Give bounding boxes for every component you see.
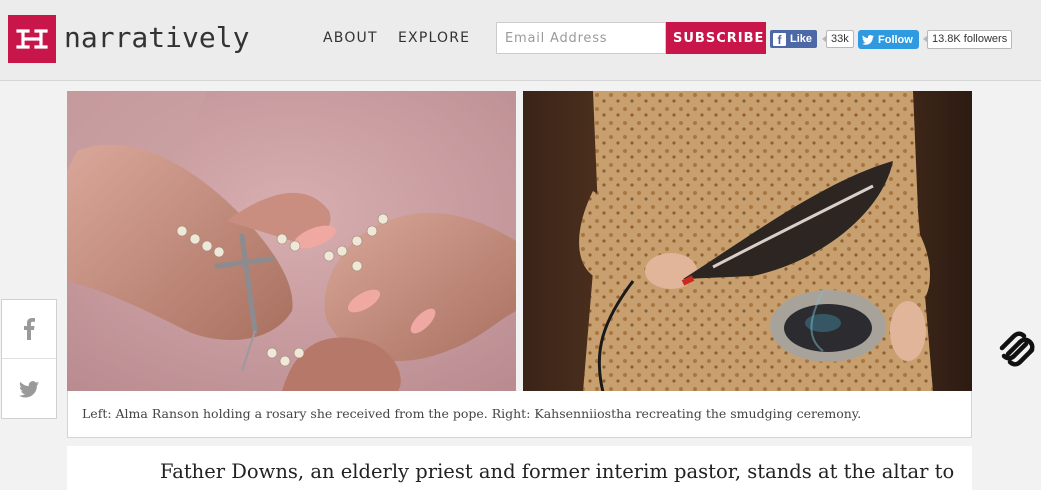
facebook-icon: f bbox=[773, 32, 786, 47]
nav-explore[interactable]: EXPLORE bbox=[398, 30, 470, 46]
facebook-like-label: Like bbox=[790, 33, 813, 45]
photo-caption: Left: Alma Ranson holding a rosary she r… bbox=[82, 406, 862, 421]
logo-icon[interactable] bbox=[8, 15, 56, 63]
share-twitter-button[interactable] bbox=[2, 360, 56, 419]
article-paragraph: Father Downs, an elderly priest and form… bbox=[160, 460, 955, 483]
nav-about[interactable]: ABOUT bbox=[323, 30, 378, 46]
photo-caption-box: Left: Alma Ranson holding a rosary she r… bbox=[67, 391, 972, 438]
twitter-follower-count: 13.8K followers bbox=[922, 30, 1013, 49]
article-body: Father Downs, an elderly priest and form… bbox=[67, 446, 972, 490]
twitter-icon bbox=[862, 34, 874, 45]
twitter-follow-label: Follow bbox=[878, 33, 913, 46]
photo-smudging bbox=[523, 91, 972, 392]
email-input[interactable] bbox=[496, 22, 666, 54]
brand-wordmark[interactable]: narratively bbox=[64, 18, 249, 58]
twitter-icon bbox=[19, 381, 39, 398]
facebook-icon bbox=[24, 318, 35, 340]
squarespace-icon[interactable] bbox=[996, 330, 1038, 368]
twitter-follow-button[interactable]: Follow bbox=[858, 30, 919, 49]
site-header: narratively ABOUT EXPLORE SUBSCRIBE TO f… bbox=[0, 0, 1041, 81]
share-rail bbox=[1, 299, 57, 419]
photo-rosary bbox=[67, 91, 516, 392]
facebook-like-count: 33k bbox=[822, 30, 854, 48]
share-facebook-button[interactable] bbox=[2, 300, 56, 359]
facebook-like-button[interactable]: f Like bbox=[770, 30, 818, 48]
subscribe-button[interactable]: SUBSCRIBE TO bbox=[666, 22, 766, 54]
